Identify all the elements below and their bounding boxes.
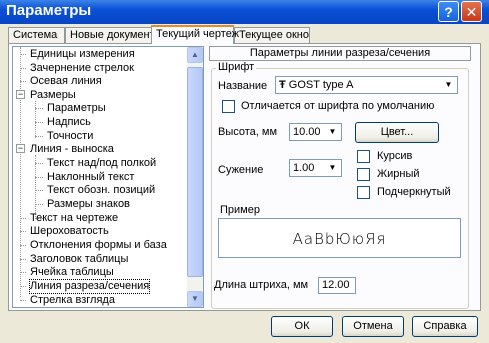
height-label: Высота, мм bbox=[218, 126, 278, 138]
tree-item-dimensions[interactable]: Размеры bbox=[30, 89, 76, 102]
narrowing-select[interactable]: 1.00 ▼ bbox=[289, 159, 342, 177]
bold-checkbox[interactable] bbox=[357, 168, 370, 181]
scroll-up-button[interactable]: ▲ bbox=[187, 47, 203, 63]
tree-scrollbar[interactable]: ▲ ▼ bbox=[187, 47, 203, 307]
sample-label: Пример bbox=[220, 204, 260, 216]
font-name-label: Название bbox=[218, 80, 268, 92]
close-button[interactable]: ✕ bbox=[461, 1, 482, 22]
tree-item-table-header[interactable]: Заголовок таблицы bbox=[30, 253, 128, 266]
close-icon: ✕ bbox=[465, 4, 478, 20]
settings-tree[interactable]: Единицы измерения Зачернение стрелок Осе… bbox=[12, 46, 204, 308]
font-sample-text: АаВbЮюЯя bbox=[292, 230, 387, 248]
truetype-font-icon: Ŧ bbox=[279, 79, 286, 91]
narrowing-label: Сужение bbox=[218, 164, 264, 176]
settings-panel: Параметры линии разреза/сечения Шрифт На… bbox=[209, 46, 474, 309]
tree-item-drawing-text[interactable]: Текст на чертеже bbox=[30, 212, 118, 225]
collapse-dimensions-icon[interactable]: − bbox=[16, 90, 25, 99]
underline-checkbox[interactable] bbox=[357, 186, 370, 199]
font-name-select[interactable]: Ŧ GOST type A ▼ bbox=[275, 76, 458, 94]
font-group-label: Шрифт bbox=[216, 61, 257, 73]
tab-current-window[interactable]: Текущее окно bbox=[234, 27, 310, 43]
underline-label: Подчеркнутый bbox=[377, 186, 451, 198]
tree-item-units[interactable]: Единицы измерения bbox=[30, 48, 135, 61]
window-title: Параметры bbox=[6, 2, 92, 19]
font-sample-box: АаВbЮюЯя bbox=[218, 218, 461, 258]
dash-length-label: Длина штриха, мм bbox=[214, 279, 309, 291]
tree-item-arrow-fill[interactable]: Зачернение стрелок bbox=[30, 62, 134, 75]
italic-label: Курсив bbox=[377, 150, 413, 162]
tree-item-slanted-text[interactable]: Наклонный текст bbox=[47, 171, 134, 184]
color-button[interactable]: Цвет... bbox=[355, 122, 439, 143]
tree-item-precision[interactable]: Точности bbox=[47, 130, 93, 143]
help-title-button[interactable]: ? bbox=[438, 1, 459, 22]
font-name-value: GOST type A bbox=[288, 79, 354, 91]
height-value: 10.00 bbox=[293, 126, 321, 138]
cancel-button[interactable]: Отмена bbox=[342, 316, 404, 337]
help-button[interactable]: Справка bbox=[412, 316, 478, 337]
tab-current-drawing[interactable]: Текущий чертеж bbox=[151, 25, 239, 44]
tree-item-table-cell[interactable]: Ячейка таблицы bbox=[30, 266, 114, 279]
panel-title: Параметры линии разреза/сечения bbox=[209, 46, 471, 61]
scroll-down-button[interactable]: ▼ bbox=[187, 291, 203, 307]
question-icon: ? bbox=[444, 4, 453, 20]
tree-item-axis-line[interactable]: Осевая линия bbox=[30, 75, 102, 88]
tree-item-section-line[interactable]: Линия разреза/сечения bbox=[28, 279, 151, 294]
tab-new-documents[interactable]: Новые документы bbox=[65, 27, 163, 43]
differs-from-default-label: Отличается от шрифта по умолчанию bbox=[241, 100, 435, 112]
chevron-down-icon: ▼ bbox=[325, 161, 340, 175]
narrowing-value: 1.00 bbox=[293, 162, 315, 174]
title-bar: Параметры ? ✕ bbox=[0, 0, 489, 24]
parameters-dialog: Параметры ? ✕ Система Новые документы Те… bbox=[0, 0, 489, 343]
tree-item-inscription[interactable]: Надпись bbox=[47, 116, 91, 129]
scroll-thumb[interactable] bbox=[187, 67, 203, 277]
tree-item-position-text[interactable]: Текст обозн. позиций bbox=[47, 184, 155, 197]
italic-checkbox[interactable] bbox=[357, 150, 370, 163]
height-select[interactable]: 10.00 ▼ bbox=[289, 123, 342, 141]
tree-item-roughness[interactable]: Шероховатость bbox=[30, 225, 109, 238]
dash-length-input[interactable]: 12.00 bbox=[318, 277, 356, 294]
chevron-down-icon: ▼ bbox=[441, 78, 456, 92]
tree-item-view-arrow[interactable]: Стрелка взгляда bbox=[30, 294, 115, 307]
collapse-leader-icon[interactable]: − bbox=[16, 144, 25, 153]
tab-system[interactable]: Система bbox=[8, 27, 65, 43]
bold-label: Жирный bbox=[377, 168, 420, 180]
tree-item-text-above-below-shelf[interactable]: Текст над/под полкой bbox=[47, 157, 156, 170]
differs-from-default-checkbox[interactable] bbox=[222, 100, 235, 113]
ok-button[interactable]: ОК bbox=[271, 316, 333, 337]
tree-item-form-deviations[interactable]: Отклонения формы и база bbox=[30, 239, 167, 252]
tree-item-parameters[interactable]: Параметры bbox=[47, 102, 106, 115]
tree-item-sign-sizes[interactable]: Размеры знаков bbox=[47, 198, 130, 211]
tree-item-leader-line[interactable]: Линия - выноска bbox=[30, 143, 114, 156]
chevron-down-icon: ▼ bbox=[325, 125, 340, 139]
